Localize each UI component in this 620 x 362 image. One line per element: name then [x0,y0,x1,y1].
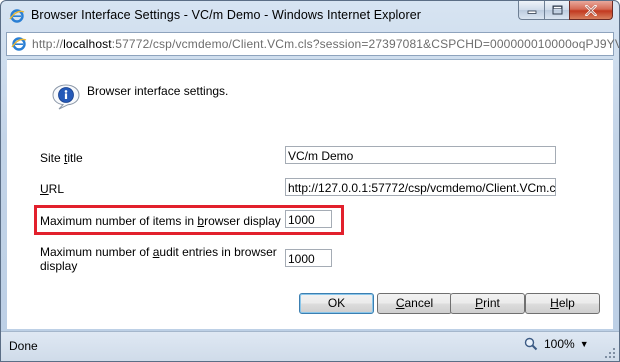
cancel-button[interactable]: Cancel [377,293,452,314]
page-ie-icon [11,37,27,51]
site-title-input[interactable]: VC/m Demo [285,146,556,164]
url-rest: :57772/csp/vcmdemo/Client.VCm.cls?sessio… [111,37,620,51]
close-icon [585,4,597,16]
url-input[interactable]: http://127.0.0.1:57772/csp/vcmdemo/Clien… [285,178,556,196]
status-bar: Done 100% ▼ [1,331,619,361]
status-text: Done [9,339,38,353]
help-button[interactable]: Help [525,293,600,314]
site-title-label: Site title [40,151,83,165]
info-icon [52,84,80,110]
url-label: URL [40,182,65,196]
print-button[interactable]: Print [450,293,525,314]
resize-grip-icon[interactable] [604,347,616,359]
dropdown-arrow-icon[interactable]: ▼ [580,339,589,349]
zoom-control[interactable]: 100% ▼ [524,337,589,351]
address-bar[interactable]: http://localhost:57772/csp/vcmdemo/Clien… [6,32,619,56]
dialog-content: Browser interface settings. Site title V… [7,59,613,329]
window-title: Browser Interface Settings - VC/m Demo -… [31,8,422,22]
url-prefix: http:// [32,37,64,51]
magnifier-icon [524,337,538,351]
address-url: http://localhost:57772/csp/vcmdemo/Clien… [32,37,620,51]
url-host: localhost [63,37,112,51]
minimize-button[interactable] [518,1,544,20]
ie-logo-icon [9,9,25,23]
maximize-icon [552,5,562,15]
zoom-level: 100% [544,337,575,351]
max-audit-label: Maximum number of audit entries in brows… [40,245,277,273]
ok-button[interactable]: OK [299,293,374,314]
max-items-input[interactable]: 1000 [285,210,332,228]
intro-text: Browser interface settings. [87,84,229,98]
ie-window: Browser Interface Settings - VC/m Demo -… [0,0,620,362]
minimize-icon [527,10,536,14]
title-bar[interactable]: Browser Interface Settings - VC/m Demo -… [1,1,619,31]
window-controls [518,1,613,20]
max-items-label: Maximum number of items in browser displ… [40,214,281,228]
max-audit-input[interactable]: 1000 [285,249,332,267]
close-button[interactable] [569,1,613,20]
maximize-button[interactable] [544,1,569,20]
